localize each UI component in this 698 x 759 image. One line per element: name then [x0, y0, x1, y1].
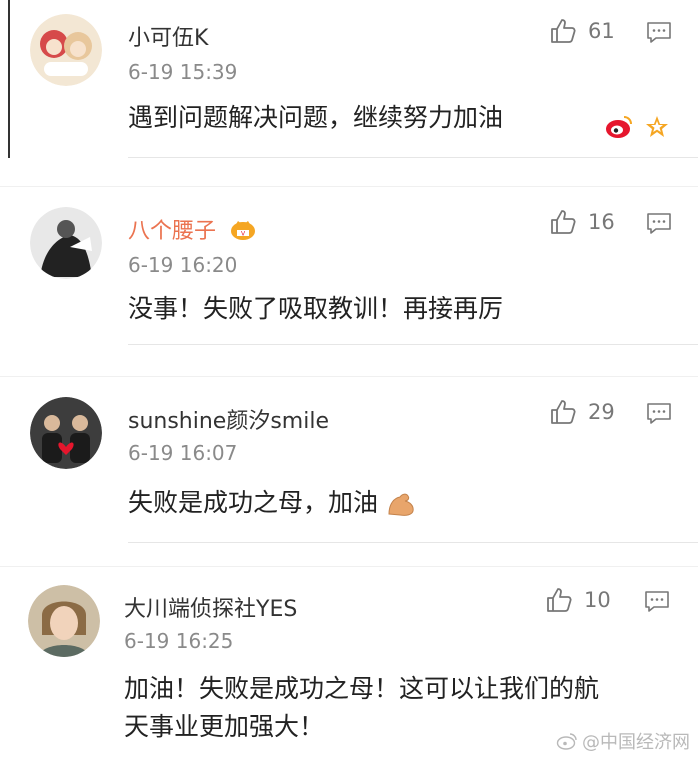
- comment-text: 遇到问题解决问题，继续努力加油: [128, 103, 504, 132]
- like-button[interactable]: 29: [548, 397, 615, 427]
- comment-bubble-icon: [647, 22, 671, 43]
- comment-card: 八个腰子 V 6-19 16:20 没事！失败了吸取教训！再接再厉 16: [0, 186, 698, 359]
- reply-button[interactable]: [646, 401, 672, 427]
- like-count: 61: [588, 19, 615, 43]
- like-button[interactable]: 10: [544, 585, 611, 615]
- divider: [128, 542, 698, 543]
- like-count: 10: [584, 588, 611, 612]
- username[interactable]: sunshine颜汐smile: [128, 403, 329, 435]
- comment-card: sunshine颜汐smile 6-19 16:07 失败是成功之母，加油 29: [0, 376, 698, 557]
- like-count: 16: [588, 210, 615, 234]
- divider: [128, 344, 698, 345]
- username[interactable]: 大川端侦探社YES: [124, 591, 297, 623]
- username[interactable]: 八个腰子 V: [128, 213, 257, 247]
- timestamp: 6-19 16:07: [128, 441, 238, 465]
- username-text: 八个腰子: [128, 219, 217, 244]
- comment-bubble-icon: [645, 591, 669, 612]
- watermark: @中国经济网: [556, 728, 690, 754]
- section-gap: [0, 158, 698, 188]
- like-button[interactable]: 16: [548, 207, 615, 237]
- thumbs-up-icon: [551, 19, 576, 43]
- like-button[interactable]: 61: [548, 16, 615, 46]
- watermark-text: @中国经济网: [582, 732, 690, 753]
- timestamp: 6-19 16:25: [124, 629, 234, 653]
- avatar[interactable]: [30, 207, 102, 279]
- comment-text-line-1: 加油！失败是成功之母！这可以让我们的航: [124, 674, 600, 703]
- reply-button[interactable]: [646, 20, 672, 46]
- star-badge-icon: [646, 116, 668, 137]
- avatar[interactable]: [28, 585, 100, 657]
- timestamp: 6-19 16:20: [128, 253, 238, 277]
- comment-text-content: 失败是成功之母，加油: [128, 488, 379, 517]
- section-gap: [0, 358, 698, 374]
- thumbs-up-icon: [547, 588, 572, 612]
- flexed-biceps-emoji: [388, 493, 414, 516]
- timestamp: 6-19 15:39: [128, 60, 238, 84]
- frame-border: [8, 0, 10, 158]
- comment-text: 没事！失败了吸取教训！再接再厉: [128, 294, 504, 323]
- crown-badge-icon: V: [229, 217, 257, 247]
- username[interactable]: 小可伍K: [128, 20, 208, 52]
- comment-text: 失败是成功之母，加油: [128, 483, 416, 523]
- avatar[interactable]: [30, 397, 102, 469]
- comment-text-line-2: 天事业更加强大！: [124, 712, 325, 741]
- reply-button[interactable]: [644, 589, 670, 615]
- thumbs-up-icon: [551, 400, 576, 424]
- avatar[interactable]: [30, 14, 102, 86]
- comment-bubble-icon: [647, 213, 671, 234]
- weibo-logo-icon: [606, 116, 632, 138]
- reply-button[interactable]: [646, 211, 672, 237]
- user-badges: [604, 114, 670, 140]
- weibo-logo-icon: [556, 733, 577, 750]
- comment-bubble-icon: [647, 403, 671, 424]
- thumbs-up-icon: [551, 210, 576, 234]
- comment-card: 小可伍K 6-19 15:39 遇到问题解决问题，继续努力加油 61: [0, 0, 698, 158]
- like-count: 29: [588, 400, 615, 424]
